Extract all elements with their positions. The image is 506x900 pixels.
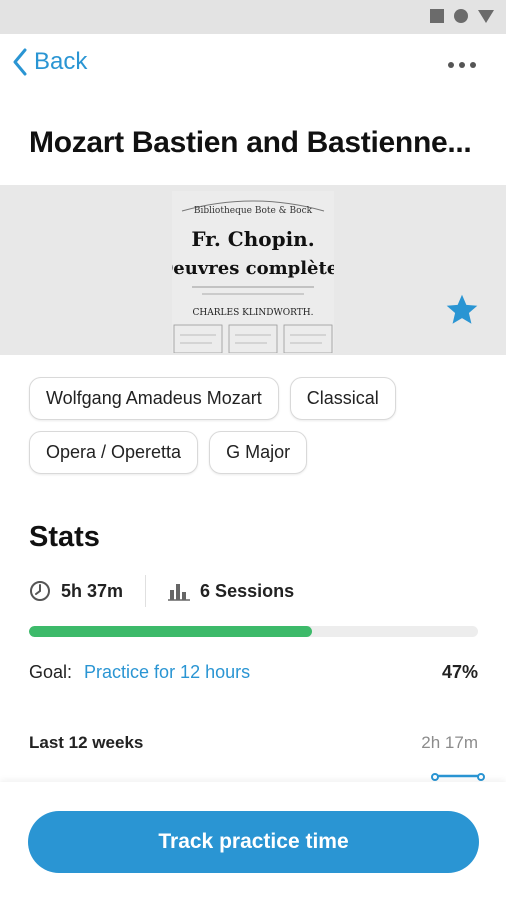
stats-heading: Stats (29, 521, 100, 553)
tag-key[interactable]: G Major (209, 431, 308, 474)
clock-icon (30, 581, 50, 601)
home-icon (454, 9, 468, 23)
cover-image: Bibliotheque Bote & Bock Fr. Chopin. Oeu… (0, 185, 506, 355)
track-practice-button[interactable]: Track practice time (28, 811, 479, 873)
nav-bar: Back (0, 34, 506, 98)
bar-chart-icon (168, 584, 191, 601)
dot-icon (448, 62, 454, 68)
back-label: Back (34, 48, 88, 75)
tag-category[interactable]: Opera / Operetta (29, 431, 199, 474)
recent-apps-icon (430, 9, 444, 23)
tag-composer[interactable]: Wolfgang Amadeus Mozart (29, 377, 279, 420)
cover-line-2: Fr. Chopin. (191, 227, 314, 251)
goal-label: Goal: (29, 662, 73, 682)
goal-link[interactable]: Practice for 12 hours (84, 662, 250, 683)
dot-icon (470, 62, 476, 68)
dot-icon (459, 62, 465, 68)
total-time: 5h 37m (29, 580, 123, 602)
back-button[interactable]: Back (12, 48, 87, 76)
goal-progress-fill (29, 626, 312, 637)
status-bar (0, 0, 506, 34)
last-weeks-value: 2h 17m (421, 733, 478, 752)
cover-line-1: Bibliotheque Bote & Bock (194, 206, 313, 216)
cover-line-4: CHARLES KLINDWORTH. (193, 308, 314, 318)
goal-percent: 47% (441, 662, 478, 682)
goal-row: Goal: Practice for 12 hours 47% (29, 662, 478, 683)
tag-list: Wolfgang Amadeus Mozart Classical Opera … (29, 377, 489, 485)
cover-line-3: Oeuvres complètes (172, 258, 334, 279)
session-count: 6 Sessions (168, 581, 294, 602)
tag-genre[interactable]: Classical (289, 377, 396, 420)
total-time-value: 5h 37m (61, 580, 124, 601)
last-weeks-label: Last 12 weeks (29, 733, 144, 752)
more-options-button[interactable] (448, 62, 476, 68)
session-count-value: 6 Sessions (200, 580, 295, 601)
stats-divider (145, 575, 147, 607)
back-triangle-icon (478, 9, 494, 23)
last-weeks-row: Last 12 weeks 2h 17m (29, 733, 478, 753)
page-title: Mozart Bastien and Bastienne... (29, 126, 472, 159)
chevron-left-icon (13, 48, 27, 76)
goal-progress-bar (29, 626, 478, 637)
sheet-music-cover-image: Bibliotheque Bote & Bock Fr. Chopin. Oeu… (172, 191, 334, 353)
stats-summary: 5h 37m 6 Sessions (29, 574, 294, 608)
favorite-star-icon[interactable] (444, 292, 480, 328)
